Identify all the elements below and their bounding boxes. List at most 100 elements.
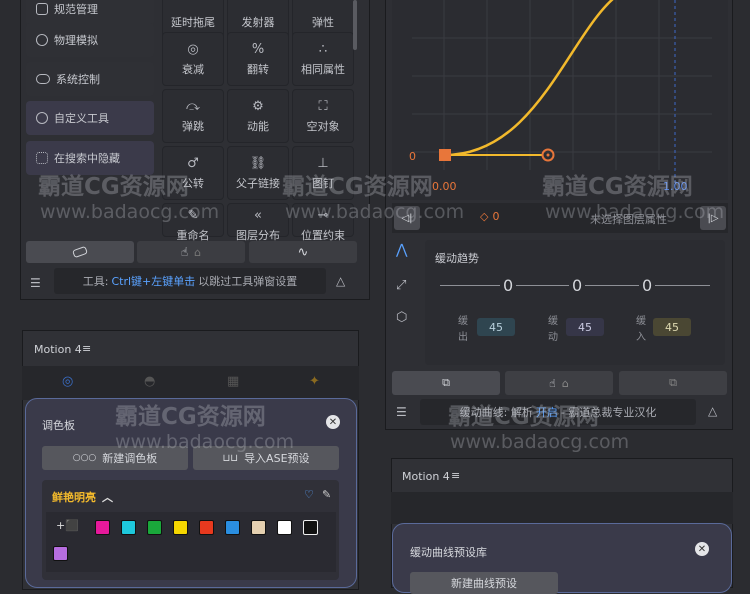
ease-out-input[interactable]: 45 [477,318,515,336]
status-bar: 缓动曲线: 解析 开启 - 霸道总裁专业汉化 [420,399,696,425]
tool-rename[interactable]: ✎ 重命名 [162,203,224,242]
percent-icon: % [251,41,265,57]
tab-icon-2[interactable]: ◓ [144,374,155,389]
hat-icon: ⌂ [561,376,569,390]
motion-b-tabstrip [391,492,733,524]
physics-icon [33,31,51,49]
ease-out-label: 缓出 [458,316,468,343]
target-icon: ◎ [187,41,199,57]
swatch-1[interactable] [121,520,136,535]
close-icon[interactable]: ✕ [695,542,709,556]
diamond-icon: ◇ [480,210,489,223]
swatch-2[interactable] [147,520,162,535]
swatch-4[interactable] [199,520,214,535]
trend-value-in[interactable]: 0 [639,276,656,295]
warning-icon[interactable]: △ [708,404,717,418]
trend-value-out[interactable]: 0 [500,276,517,295]
sidebar-item-custom-tools[interactable]: 自定义工具 [26,101,154,135]
swatch-3[interactable] [173,520,188,535]
swatch-5[interactable] [225,520,240,535]
paste-button[interactable]: ⧉ [619,371,727,395]
ease-in-input[interactable]: 45 [653,318,691,336]
tool-flip[interactable]: % 翻转 [227,32,289,86]
ease-input[interactable]: 45 [566,318,604,336]
swatch-9[interactable] [53,546,68,561]
swatch-6[interactable] [251,520,266,535]
copy-icon: ⧉ [442,376,450,389]
rule-icon [36,3,48,15]
tab-touch[interactable]: ☝ ⌂ [137,241,245,263]
tab-icon-4[interactable]: ✦ [309,374,320,389]
keyframe-value[interactable]: ◇ 0 [480,210,499,223]
tool-position-constraint[interactable]: ⊸ 位置约束 [292,203,354,242]
path-icon[interactable]: ⤢ [396,278,406,293]
motion-a-tabstrip: ◎ ◓ ▦ ✦ [22,366,359,400]
edit-icon[interactable]: ✎ [322,488,331,501]
dots-icon: ○○○ [72,453,97,463]
tools-scrollbar[interactable] [353,0,357,50]
tab-icon-1[interactable]: ◎ [62,374,73,389]
warning-icon[interactable]: △ [336,274,354,288]
copy-button[interactable]: ⧉ [392,371,500,395]
ease-curve [444,0,614,157]
sidebar-item-system-control[interactable]: 系统控制 [26,62,154,96]
swatch-8[interactable] [303,520,318,535]
tool-decay[interactable]: ◎ 衰减 [162,32,224,86]
swatch-7[interactable] [277,520,292,535]
ease-preset-title: 缓动曲线预设库 [410,546,487,559]
import-icon: ⊔⊔ [222,452,239,464]
menu-icon[interactable]: ≡ [82,342,91,355]
ease-trend-title: 缓动趋势 [435,252,479,265]
swatch-0[interactable] [95,520,110,535]
tab-icon-3[interactable]: ▦ [227,374,239,389]
curve-graph[interactable] [392,0,728,200]
heart-tool-icon [36,112,48,124]
prev-keyframe-button[interactable]: ◁| [394,206,420,230]
tool-kinetic[interactable]: ⚙ 动能 [227,89,289,143]
touch-button[interactable]: ☝ ⌂ [505,371,613,395]
motion-b-title: Motion 4 [402,470,450,483]
keyframe-bar [392,203,728,233]
tool-layer-distribute[interactable]: «图层分布 [227,203,289,242]
import-ase-button[interactable]: ⊔⊔ 导入ASE预设 [193,446,339,470]
touch-icon: ☝ [180,245,189,259]
grid-hide-icon [36,152,48,164]
bounce-icon: ⤼ [186,98,200,114]
tab-curve[interactable]: ∿ [249,241,357,263]
close-icon[interactable]: ✕ [326,415,340,429]
new-curve-preset-button[interactable]: 新建曲线预设 [410,572,558,594]
next-keyframe-button[interactable]: |▷ [700,206,726,230]
curve-x-end: 1.00 [663,180,688,193]
tool-bounce[interactable]: ⤼ 弹跳 [162,89,224,143]
gamepad-icon [36,74,50,84]
tool-parent-link[interactable]: ⛓ 父子链接 [227,146,289,200]
hat-icon: ⌂ [194,245,202,259]
bell-curve-icon[interactable]: ⋀ [396,242,407,258]
pencil-icon: ✎ [187,208,199,223]
paste-icon: ⧉ [669,376,677,389]
settings-icon[interactable]: ☰ [396,405,407,419]
tab-eraser[interactable] [26,241,134,263]
tool-orbit[interactable]: ♂ 公转 [162,146,224,200]
sidebar-item-hide-in-search[interactable]: 在搜索中隐藏 [26,141,154,175]
trend-value-mid[interactable]: 0 [569,276,586,295]
dots-icon: ∴ [318,41,328,57]
settings-icon[interactable]: ☰ [30,276,44,290]
tool-pin[interactable]: ⊥ 图钉 [292,146,354,200]
palette-favorite-icon[interactable]: ♡ [304,488,314,501]
ease-label: 缓动 [548,316,558,343]
tool-same-property[interactable]: ∴ 相同属性 [292,32,354,86]
curve-y-zero: 0 [409,150,416,163]
sidebar-item-physics[interactable]: 物理模拟 [26,23,154,57]
palette-group-name[interactable]: 鲜艳明亮 ︿ [52,489,113,505]
pin-icon: ⊥ [317,155,329,171]
hint-bar: 工具: Ctrl键+左键单击 以跳过工具弹窗设置 [54,268,326,294]
ease-in-label: 缓入 [636,316,646,343]
add-swatch-button[interactable]: +⬛ [56,519,79,532]
menu-icon[interactable]: ≡ [451,469,460,482]
chevron-up-icon: ︿ [102,491,113,504]
cube-icon[interactable]: ⬡ [396,310,407,325]
chain-icon: ⛓ [249,155,267,171]
new-palette-button[interactable]: ○○○ 新建调色板 [42,446,188,470]
tool-null-object[interactable]: ⛶ 空对象 [292,89,354,143]
